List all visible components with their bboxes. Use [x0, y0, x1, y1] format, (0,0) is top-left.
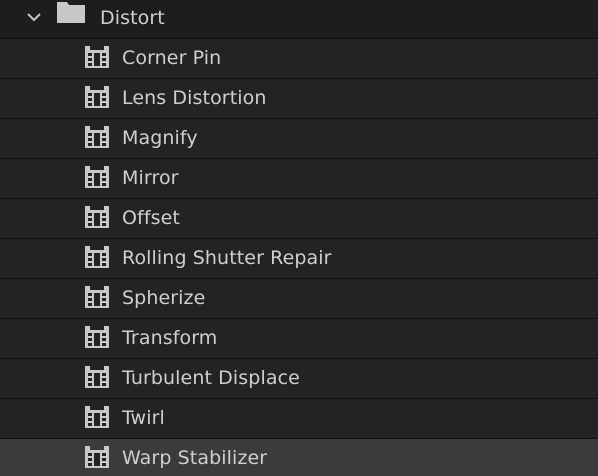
effect-item[interactable]: Lens Distortion	[0, 79, 598, 119]
effect-label: Twirl	[122, 407, 165, 429]
effect-label: Turbulent Displace	[122, 367, 300, 389]
effect-icon	[85, 126, 109, 148]
effect-icon	[85, 366, 109, 388]
effect-item[interactable]: Warp Stabilizer	[0, 439, 598, 476]
effect-label: Spherize	[122, 287, 206, 309]
effect-label: Corner Pin	[122, 47, 222, 69]
effect-item[interactable]: Offset	[0, 199, 598, 239]
effect-icon	[85, 326, 109, 348]
effect-label: Rolling Shutter Repair	[122, 247, 332, 269]
effect-item[interactable]: Spherize	[0, 279, 598, 319]
effects-panel: Distort Corner Pin Lens Distortion Magnify…	[0, 0, 598, 476]
effect-icon	[85, 46, 109, 68]
folder-icon	[57, 2, 85, 23]
effect-label: Mirror	[122, 167, 179, 189]
effect-icon	[85, 246, 109, 268]
effect-label: Transform	[122, 327, 218, 349]
effect-icon	[85, 86, 109, 108]
effect-item[interactable]: Twirl	[0, 399, 598, 439]
effect-item[interactable]: Turbulent Displace	[0, 359, 598, 399]
effect-item[interactable]: Mirror	[0, 159, 598, 199]
folder-label: Distort	[100, 7, 165, 29]
effect-item[interactable]: Magnify	[0, 119, 598, 159]
effect-icon	[85, 206, 109, 228]
chevron-down-icon[interactable]	[26, 9, 42, 25]
effect-label: Offset	[122, 207, 180, 229]
effect-icon	[85, 286, 109, 308]
folder-distort[interactable]: Distort	[0, 0, 598, 39]
effect-label: Warp Stabilizer	[122, 447, 268, 469]
effect-item[interactable]: Transform	[0, 319, 598, 359]
effect-icon	[85, 166, 109, 188]
effect-item[interactable]: Corner Pin	[0, 39, 598, 79]
effect-label: Lens Distortion	[122, 87, 267, 109]
effect-item[interactable]: Rolling Shutter Repair	[0, 239, 598, 279]
effect-label: Magnify	[122, 127, 198, 149]
effect-icon	[85, 446, 109, 468]
effect-icon	[85, 406, 109, 428]
